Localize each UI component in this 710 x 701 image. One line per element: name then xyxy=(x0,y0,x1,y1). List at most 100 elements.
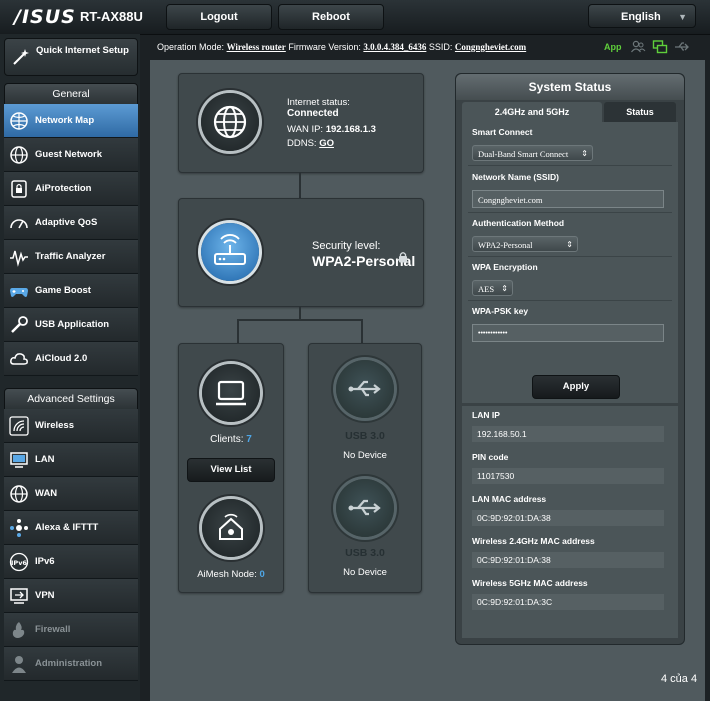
sidebar-item-game-boost[interactable]: Game Boost xyxy=(4,274,138,308)
sidebar-item-traffic-analyzer[interactable]: Traffic Analyzer xyxy=(4,240,138,274)
clients-label: Clients: xyxy=(210,434,244,445)
select-arrows-icon: ⇕ xyxy=(501,284,508,293)
internet-globe-icon xyxy=(201,93,259,151)
pin-code-value: 11017530 xyxy=(472,468,664,484)
general-menu: Network Map Guest Network AiProtection A… xyxy=(4,104,138,376)
sidebar-item-aicloud[interactable]: AiCloud 2.0 xyxy=(4,342,138,376)
smart-connect-select[interactable]: Dual-Band Smart Connect ⇕ xyxy=(472,145,593,161)
sidebar-item-wireless[interactable]: Wireless xyxy=(4,409,138,443)
apply-button[interactable]: Apply xyxy=(532,375,620,399)
sidebar-item-wan[interactable]: WAN xyxy=(4,477,138,511)
advanced-section-title: Advanced Settings xyxy=(4,388,138,410)
language-select[interactable]: English ▼ xyxy=(588,4,696,28)
mac-24ghz-value: 0C:9D:92:01:DA:38 xyxy=(472,552,664,568)
operation-mode-link[interactable]: Wireless router xyxy=(227,42,286,52)
view-list-button[interactable]: View List xyxy=(187,458,275,482)
sidebar-item-administration[interactable]: Administration xyxy=(4,647,138,681)
router-icon xyxy=(201,223,259,281)
select-arrows-icon: ⇕ xyxy=(566,240,573,249)
clients-count[interactable]: 7 xyxy=(246,434,252,445)
usb-port-1-icon xyxy=(336,360,394,418)
aimesh-node-count[interactable]: 0 xyxy=(260,569,265,580)
section-divider xyxy=(462,403,678,406)
sidebar-item-ipv6[interactable]: IPv6 IPv6 xyxy=(4,545,138,579)
vpn-icon xyxy=(10,588,28,604)
router-security-card[interactable]: Security level: WPA2-Personal xyxy=(178,198,424,307)
language-value: English xyxy=(621,11,661,23)
firewall-icon xyxy=(12,622,25,638)
wan-ip-label: WAN IP: xyxy=(287,124,324,135)
connected-devices-icon[interactable] xyxy=(652,39,668,55)
lan-ip-value: 192.168.50.1 xyxy=(472,426,664,442)
mac-5ghz-value: 0C:9D:92:01:DA:3C xyxy=(472,594,664,610)
cloud-icon xyxy=(10,353,28,365)
connector-line xyxy=(299,306,301,320)
usb-port-2-icon xyxy=(336,479,394,537)
logout-button[interactable]: Logout xyxy=(166,4,272,30)
users-icon[interactable] xyxy=(630,39,646,55)
auth-method-select[interactable]: WPA2-Personal ⇕ xyxy=(472,236,578,252)
aimesh-node-label: AiMesh Node: xyxy=(197,569,257,580)
info-bar: Operation Mode: Wireless router Firmware… xyxy=(150,36,710,58)
general-section-title: General xyxy=(4,83,138,105)
divider xyxy=(468,165,672,166)
sidebar-item-adaptive-qos[interactable]: Adaptive QoS xyxy=(4,206,138,240)
wpa-psk-input[interactable]: •••••••••••• xyxy=(472,324,664,342)
gamepad-icon xyxy=(10,288,28,297)
usb-card[interactable]: USB 3.0 No Device USB 3.0 No Device xyxy=(308,343,422,593)
svg-text:IPv6: IPv6 xyxy=(11,559,27,567)
reboot-button[interactable]: Reboot xyxy=(278,4,384,30)
sidebar-item-usb-application[interactable]: USB Application xyxy=(4,308,138,342)
ssid-field-label: Network Name (SSID) xyxy=(472,172,559,182)
sidebar-item-network-map[interactable]: Network Map xyxy=(4,104,138,138)
internet-card[interactable]: Internet status: Connected WAN IP: 192.1… xyxy=(178,73,424,173)
sidebar-item-lan[interactable]: LAN xyxy=(4,443,138,477)
wpa-encryption-label: WPA Encryption xyxy=(472,262,538,272)
ssid-link[interactable]: Congngheviet.com xyxy=(455,42,526,52)
aimesh-node-row: AiMesh Node: 0 xyxy=(179,569,283,580)
sidebar-item-aiprotection[interactable]: AiProtection xyxy=(4,172,138,206)
divider xyxy=(468,256,672,257)
sidebar-item-guest-network[interactable]: Guest Network xyxy=(4,138,138,172)
router-model: RT-AX88U xyxy=(80,9,143,24)
usb-wrench-icon xyxy=(11,316,28,333)
smart-connect-label: Smart Connect xyxy=(472,127,533,137)
clients-count-row: Clients: 7 xyxy=(179,434,283,445)
firmware-label: Firmware Version: xyxy=(288,42,361,52)
usb-port-2-label: USB 3.0 xyxy=(345,547,385,559)
usb-status-icon[interactable] xyxy=(674,39,690,55)
system-status-body: Smart Connect Dual-Band Smart Connect ⇕ … xyxy=(462,122,678,638)
wan-ip-value: 192.168.1.3 xyxy=(325,124,376,135)
globe-icon xyxy=(10,485,28,503)
divider xyxy=(468,212,672,213)
app-link[interactable]: App xyxy=(604,36,622,58)
operation-mode-label: Operation Mode: xyxy=(157,42,225,52)
waveform-icon xyxy=(10,250,28,267)
clients-card[interactable]: Clients: 7 View List AiMesh Node: 0 xyxy=(178,343,284,593)
mac-24ghz-label: Wireless 2.4GHz MAC address xyxy=(472,536,595,546)
asus-logo: /ISUS xyxy=(14,6,76,28)
ssid-input[interactable]: Congngheviet.com xyxy=(472,190,664,208)
internet-status-value: Connected xyxy=(287,108,339,119)
tab-status[interactable]: Status xyxy=(604,102,676,122)
mac-5ghz-label: Wireless 5GHz MAC address xyxy=(472,578,588,588)
wand-icon xyxy=(13,49,29,65)
quick-setup-label: Quick Internet Setup xyxy=(36,45,129,56)
sidebar-item-vpn[interactable]: VPN xyxy=(4,579,138,613)
sidebar-item-firewall[interactable]: Firewall xyxy=(4,613,138,647)
firmware-link[interactable]: 3.0.0.4.384_6436 xyxy=(363,42,426,52)
connector-line xyxy=(237,319,239,343)
sidebar-item-alexa-ifttt[interactable]: Alexa & IFTTT xyxy=(4,511,138,545)
pin-code-label: PIN code xyxy=(472,452,509,462)
lock-icon xyxy=(11,180,27,198)
admin-icon xyxy=(12,656,26,673)
ddns-go-link[interactable]: GO xyxy=(319,138,334,149)
page-counter: 4 của 4 xyxy=(661,673,698,685)
tab-wireless-bands[interactable]: 2.4GHz and 5GHz xyxy=(462,102,602,122)
wifi-icon xyxy=(9,416,29,436)
wpa-encryption-select[interactable]: AES ⇕ xyxy=(472,280,513,296)
connector-line xyxy=(361,319,363,343)
quick-internet-setup-button[interactable]: Quick Internet Setup xyxy=(4,38,138,76)
usb-port-1-label: USB 3.0 xyxy=(345,430,385,442)
network-map-icon xyxy=(10,112,28,130)
